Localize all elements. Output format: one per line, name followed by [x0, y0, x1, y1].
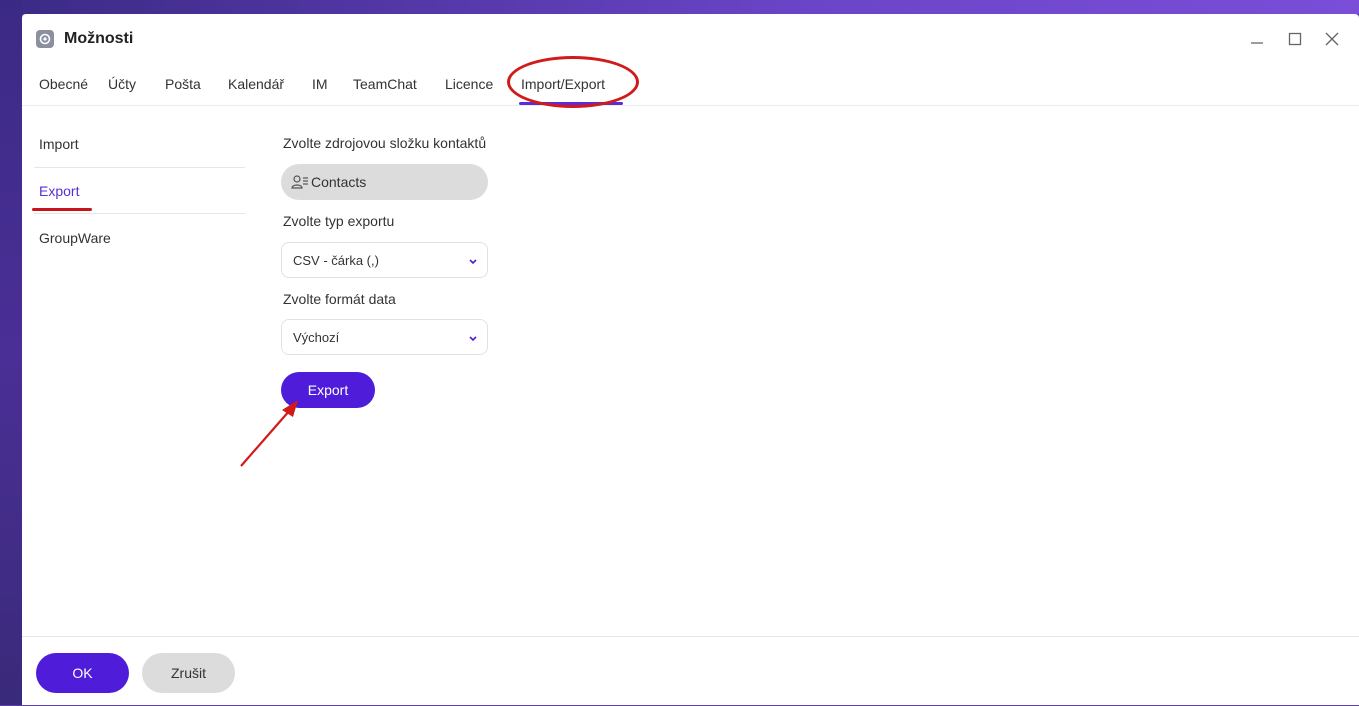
maximize-button[interactable] — [1282, 26, 1308, 52]
desktop-background-left — [0, 0, 22, 705]
minimize-icon — [1251, 42, 1263, 44]
ok-button[interactable]: OK — [36, 653, 129, 693]
chevron-down-icon — [469, 259, 477, 265]
cancel-button[interactable]: Zrušit — [142, 653, 235, 693]
maximize-icon — [1288, 32, 1302, 46]
annotation-ellipse — [507, 56, 639, 108]
close-button[interactable] — [1319, 26, 1345, 52]
minimize-button[interactable] — [1244, 26, 1270, 52]
desktop-background-top — [0, 0, 1359, 14]
chevron-down-icon — [469, 336, 477, 342]
close-icon — [1325, 32, 1339, 46]
options-dialog: Možnosti Obecné Účty Pošta Kalendář IM T… — [22, 14, 1359, 705]
annotation-arrow — [240, 400, 298, 467]
dialog-footer: OK Zrušit — [22, 636, 1359, 706]
tab-licence[interactable]: Licence — [445, 76, 493, 92]
